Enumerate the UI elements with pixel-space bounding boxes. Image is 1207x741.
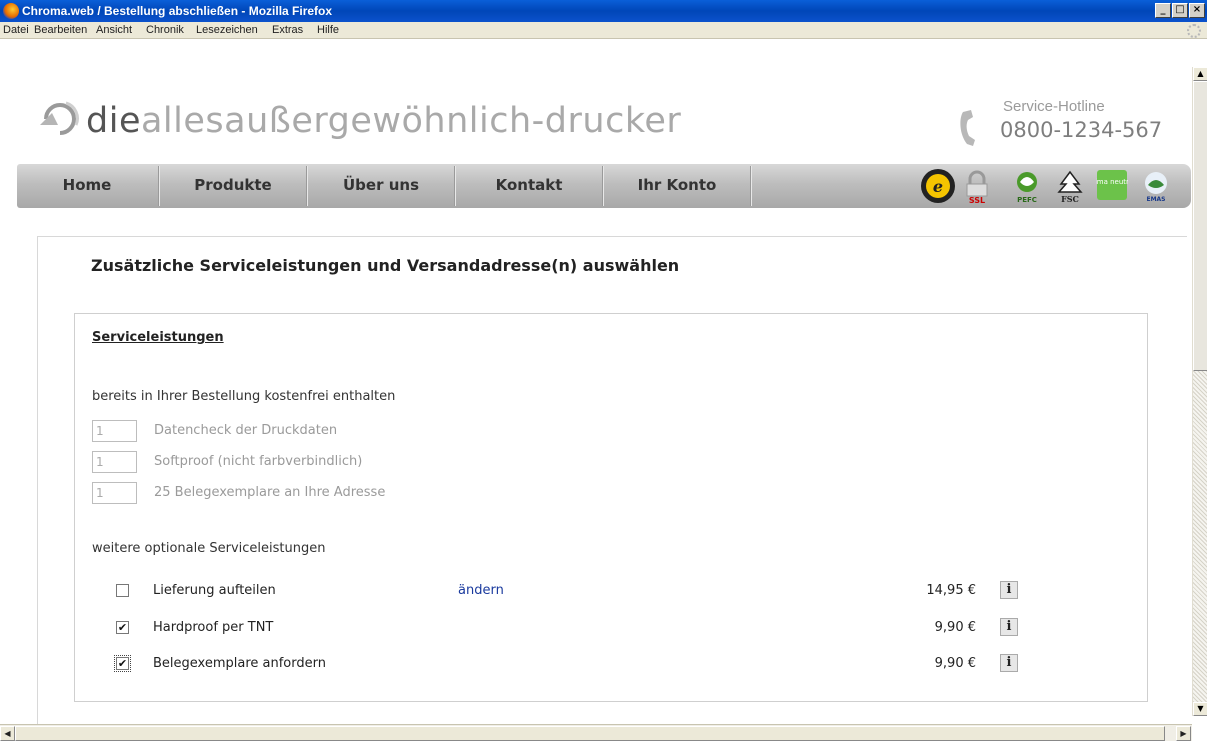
option-label: Hardproof per TNT [153,620,274,635]
phone-icon [960,110,975,146]
menu-datei[interactable]: Datei [3,24,29,36]
klima-label: klima neutral [1096,178,1128,186]
menu-lesezeichen[interactable]: Lesezeichen [196,24,258,36]
hotline-label: Service-Hotline [1003,98,1105,115]
services-section [74,313,1148,702]
info-icon[interactable]: i [1000,618,1018,636]
logo-name: allesaußergewöhnlich-drucker [140,101,682,141]
section-title: Serviceleistungen [92,330,224,345]
svg-text:e: e [933,177,943,196]
page-title: Zusätzliche Serviceleistungen und Versan… [91,256,680,275]
pefc-label: PEFC [1017,196,1037,204]
fsc-label: FSC [1061,194,1079,204]
info-icon[interactable]: i [1000,654,1018,672]
optional-heading: weitere optionale Serviceleistungen [92,541,326,556]
qty-field: 1 [92,420,137,442]
ssl-lock-icon[interactable]: SSL [964,170,990,204]
menu-extras[interactable]: Extras [272,24,303,36]
scroll-up-icon[interactable]: ▲ [1193,67,1207,81]
close-button[interactable]: × [1189,3,1205,18]
klimaneutral-icon[interactable]: klima neutral [1096,169,1128,201]
menu-ansicht[interactable]: Ansicht [96,24,132,36]
nav-kontakt[interactable]: Kontakt [456,164,602,208]
minimize-button[interactable]: _ [1155,3,1171,18]
menu-hilfe[interactable]: Hilfe [317,24,339,36]
info-icon[interactable]: i [1000,581,1018,599]
option-label: Belegexemplare anfordern [153,656,326,671]
ssl-label: SSL [969,196,985,204]
emas-icon[interactable]: EMAS [1140,169,1172,203]
included-heading: bereits in Ihrer Bestellung kostenfrei e… [92,389,396,404]
window-titlebar: Chroma.web / Bestellung abschließen - Mo… [0,0,1207,22]
included-label: 25 Belegexemplare an Ihre Adresse [154,485,386,500]
hotline-number: 0800-1234-567 [1000,118,1163,142]
hscroll-thumb[interactable] [15,726,1165,741]
scroll-right-icon[interactable]: ▶ [1176,726,1191,741]
logo-die: die [86,101,141,141]
included-label: Datencheck der Druckdaten [154,423,338,438]
menu-chronik[interactable]: Chronik [146,24,184,36]
emas-label: EMAS [1146,196,1165,203]
option-row-belegexemplare: ✔ Belegexemplare anfordern 9,90 € i [114,654,1036,676]
pefc-icon[interactable]: PEFC [1012,170,1042,204]
menu-bearbeiten[interactable]: Bearbeiten [34,24,87,36]
checkbox-hardproof[interactable]: ✔ [116,621,129,634]
checkbox-belegexemplare[interactable]: ✔ [114,655,131,672]
scroll-down-icon[interactable]: ▼ [1193,702,1207,716]
trusted-shops-icon[interactable]: e [920,168,956,204]
throbber-icon [1187,24,1201,38]
window-title: Chroma.web / Bestellung abschließen - Mo… [22,4,333,18]
horizontal-scrollbar[interactable]: ◀ ▶ [0,724,1192,741]
option-row-hardproof: ✔ Hardproof per TNT 9,90 € i [116,618,1036,640]
checkbox-lieferung-aufteilen[interactable] [116,584,129,597]
nav-ueber-uns[interactable]: Über uns [308,164,454,208]
scroll-track[interactable] [1193,371,1207,702]
maximize-button[interactable]: □ [1172,3,1188,18]
option-label: Lieferung aufteilen [153,583,276,598]
site-logo[interactable]: dieallesaußergewöhnlich-drucker [86,101,681,141]
option-price: 14,95 € [926,583,976,598]
scroll-thumb[interactable] [1193,81,1207,371]
fsc-icon[interactable]: FSC [1055,170,1085,204]
option-row-lieferung: Lieferung aufteilen ändern 14,95 € i [116,581,1036,603]
nav-home[interactable]: Home [17,164,157,208]
nav-produkte[interactable]: Produkte [160,164,306,208]
vertical-scrollbar[interactable]: ▲ ▼ [1192,67,1207,716]
option-price: 9,90 € [934,656,976,671]
menu-bar: Datei Bearbeiten Ansicht Chronik Lesezei… [0,22,1207,39]
qty-field: 1 [92,482,137,504]
logo-icon [40,101,79,135]
option-price: 9,90 € [934,620,976,635]
qty-field: 1 [92,451,137,473]
nav-divider [751,166,752,206]
aendern-link[interactable]: ändern [458,583,504,598]
window-controls: _ □ × [1155,3,1205,18]
nav-ihr-konto[interactable]: Ihr Konto [604,164,750,208]
firefox-icon [3,3,19,19]
included-label: Softproof (nicht farbverbindlich) [154,454,363,469]
scroll-left-icon[interactable]: ◀ [0,726,15,741]
